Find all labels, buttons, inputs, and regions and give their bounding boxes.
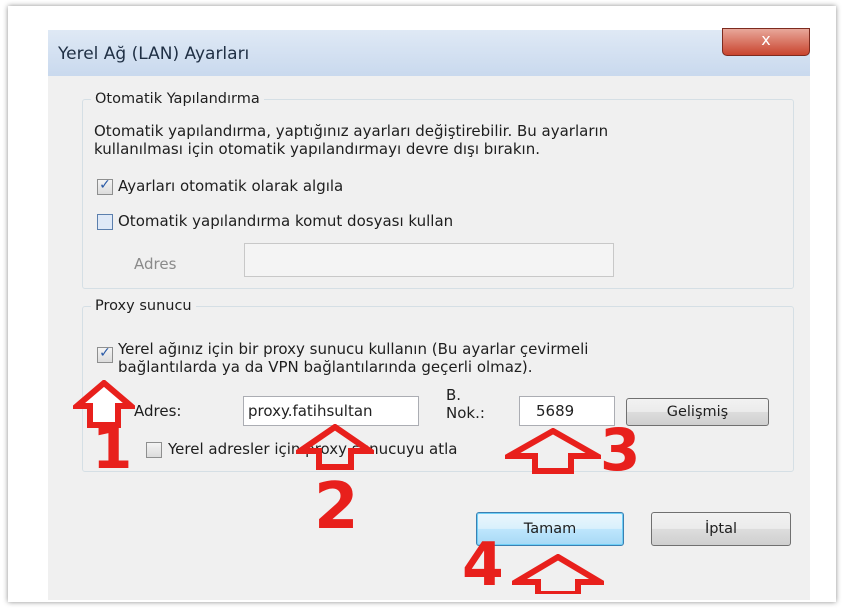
auto-address-input[interactable] — [244, 243, 614, 277]
annotation-step-3: 3 — [600, 416, 641, 484]
proxy-address-input[interactable]: proxy.fatihsultan — [243, 396, 419, 426]
cancel-button[interactable]: İptal — [651, 512, 791, 546]
auto-detect-checkbox[interactable]: ✓ — [97, 177, 113, 195]
dialog-body: Otomatik Yapılandırma Otomatik yapılandı… — [48, 76, 810, 600]
auto-config-description-line1: Otomatik yapılandırma, yaptığınız ayarla… — [94, 122, 609, 140]
proxy-legend: Proxy sunucu — [95, 298, 192, 314]
auto-script-label[interactable]: Otomatik yapılandırma komut dosyası kull… — [118, 212, 453, 231]
auto-script-checkbox[interactable] — [97, 214, 113, 230]
annotation-step-4: 4 — [462, 530, 504, 592]
annotation-step-2: 2 — [314, 470, 359, 544]
auto-detect-label[interactable]: Ayarları otomatik olarak algıla — [118, 177, 343, 196]
auto-config-legend: Otomatik Yapılandırma — [95, 91, 260, 107]
annotation-step-1: 1 — [92, 414, 133, 482]
dialog-title: Yerel Ağ (LAN) Ayarları — [58, 44, 250, 64]
port-label-line2: Nok.: — [446, 404, 485, 422]
use-proxy-label-line2[interactable]: bağlantılarda ya da VPN bağlantılarında … — [118, 358, 532, 377]
proxy-address-label: Adres: — [134, 402, 182, 420]
auto-address-label: Adres — [134, 255, 177, 273]
advanced-button[interactable]: Gelişmiş — [626, 398, 769, 426]
up-arrow-icon — [505, 428, 601, 474]
up-arrow-icon — [296, 424, 374, 470]
close-button[interactable]: x — [722, 28, 810, 56]
port-label-line1: B. — [446, 386, 462, 404]
use-proxy-label-line1[interactable]: Yerel ağınız için bir proxy sunucu kulla… — [118, 340, 588, 359]
up-arrow-icon — [512, 554, 604, 594]
bypass-local-checkbox[interactable] — [146, 442, 162, 458]
close-icon: x — [761, 30, 771, 49]
auto-config-description-line2: kullanılması için otomatik yapılandırmay… — [94, 140, 540, 158]
check-icon: ✓ — [99, 345, 111, 361]
use-proxy-checkbox[interactable]: ✓ — [97, 345, 113, 363]
check-icon: ✓ — [99, 177, 111, 193]
